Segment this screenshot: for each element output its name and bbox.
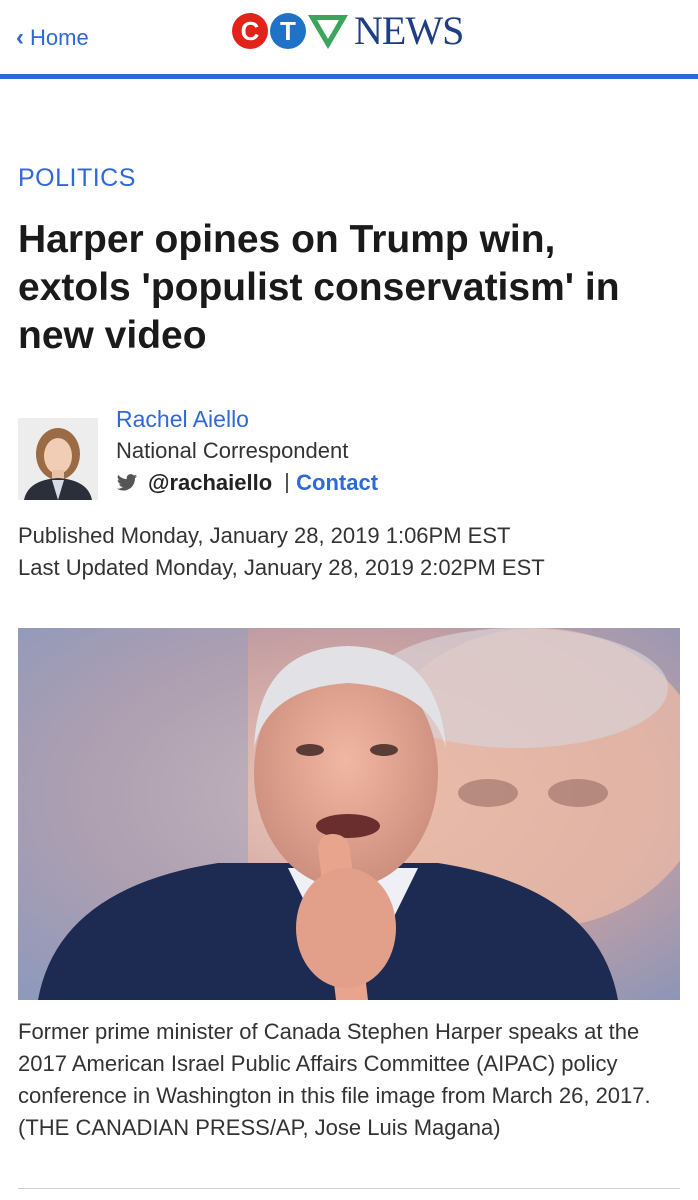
author-block: Rachel Aiello National Correspondent @ra… [18, 404, 678, 504]
author-role: National Correspondent [116, 438, 349, 463]
logo-t: T [270, 13, 306, 49]
article-photo[interactable] [18, 628, 680, 1000]
author-name[interactable]: Rachel Aiello [116, 406, 249, 433]
published-date: Published Monday, January 28, 2019 1:06P… [18, 523, 511, 548]
article-headline: Harper opines on Trump win, extols 'popu… [18, 218, 620, 357]
contact-link[interactable]: Contact [296, 470, 378, 496]
section-label[interactable]: POLITICS [18, 164, 136, 193]
top-bar: ‹ Home C T NEWS [0, 0, 698, 79]
back-home-link[interactable]: ‹ Home [16, 22, 89, 54]
back-label: Home [30, 25, 89, 50]
article-dates: Published Monday, January 28, 2019 1:06P… [18, 520, 545, 584]
chevron-left-icon: ‹ [16, 24, 24, 51]
logo-wordmark: NEWS [354, 8, 464, 53]
header-divider [0, 74, 698, 79]
logo-c: C [232, 13, 268, 49]
photo-caption: Former prime minister of Canada Stephen … [18, 1019, 651, 1140]
author-avatar [18, 418, 98, 500]
updated-date: Last Updated Monday, January 28, 2019 2:… [18, 555, 545, 580]
bottom-divider [18, 1188, 680, 1189]
twitter-icon [116, 474, 138, 491]
social-separator [286, 473, 289, 493]
twitter-handle-link[interactable]: @rachaiello [148, 470, 272, 496]
ctv-news-logo[interactable]: C T NEWS [232, 6, 464, 56]
author-social: @rachaiello Contact [116, 470, 378, 496]
logo-v-icon [308, 15, 348, 49]
